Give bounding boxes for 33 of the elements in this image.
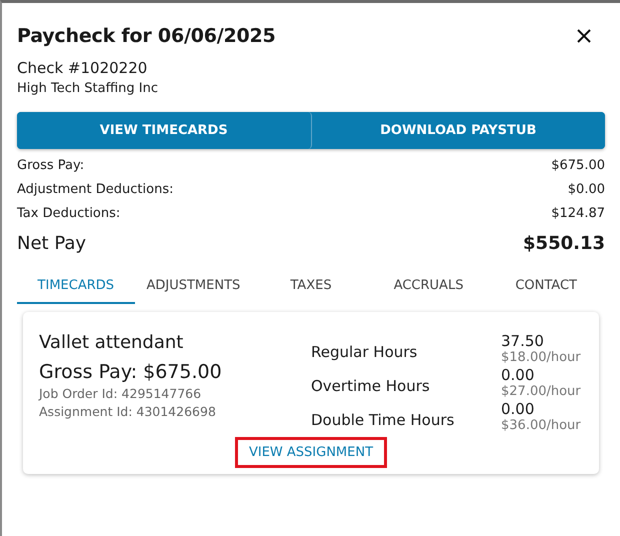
close-icon — [576, 28, 592, 44]
hourly-rate: $18.00/hour — [501, 350, 582, 365]
card-gross-pay: Gross Pay: $675.00 — [39, 361, 223, 383]
summary-value: $675.00 — [551, 158, 605, 173]
summary-value: $124.87 — [551, 206, 605, 221]
job-title: Vallet attendant — [39, 332, 184, 353]
tab[interactable]: ADJUSTMENTS — [134, 268, 252, 304]
summary-label: Tax Deductions: — [17, 206, 120, 221]
hours-label: Regular Hours — [311, 343, 418, 363]
hours-value: 0.00 — [501, 366, 536, 384]
hourly-rate: $36.00/hour — [501, 418, 582, 433]
tab[interactable]: ACCRUALS — [370, 268, 488, 304]
net-pay-value: $550.13 — [523, 233, 605, 254]
view-assignment-link[interactable]: VIEW ASSIGNMENT — [234, 437, 388, 468]
job-order-id: Job Order Id: 4295147766 — [39, 386, 202, 401]
hours-label: Overtime Hours — [311, 377, 431, 397]
assignment-id: Assignment Id: 4301426698 — [39, 404, 217, 419]
action-button[interactable]: VIEW TIMECARDS — [17, 112, 312, 149]
tab[interactable]: CONTACT — [487, 268, 605, 304]
summary-label: Gross Pay: — [17, 158, 84, 173]
summary-label: Adjustment Deductions: — [17, 182, 174, 197]
dialog-title: Paycheck for 06/06/2025 — [17, 25, 276, 47]
net-pay-label: Net Pay — [17, 233, 86, 254]
check-number: Check #1020220 — [17, 59, 148, 77]
hourly-rate: $27.00/hour — [501, 384, 582, 399]
company-name: High Tech Staffing Inc — [17, 81, 159, 96]
hours-value: 0.00 — [501, 400, 536, 418]
tab[interactable]: TIMECARDS — [17, 268, 135, 304]
hours-label: Double Time Hours — [311, 411, 456, 431]
action-button[interactable]: DOWNLOAD PAYSTUB — [312, 112, 605, 149]
tab[interactable]: TAXES — [252, 268, 370, 304]
hours-value: 37.50 — [501, 332, 545, 350]
summary-value: $0.00 — [568, 182, 605, 197]
